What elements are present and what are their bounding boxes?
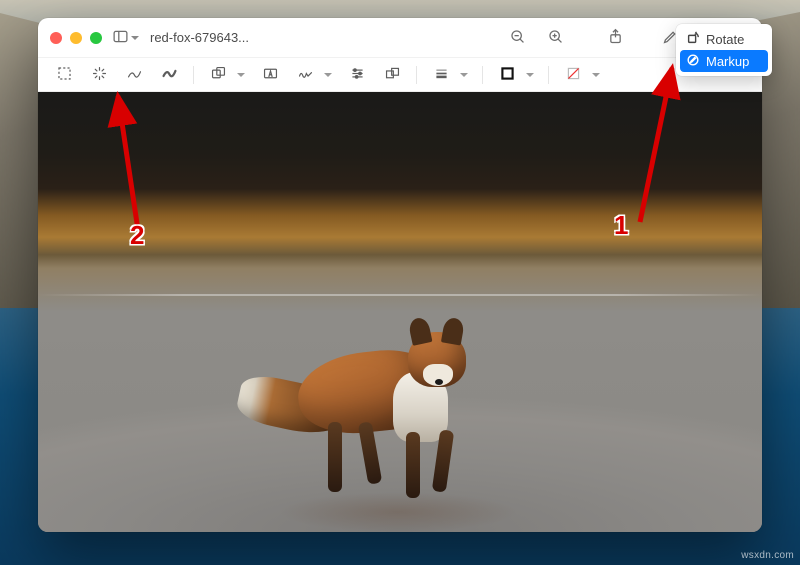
border-color-button[interactable] [491, 63, 523, 87]
share-button[interactable] [600, 25, 630, 51]
menu-item-markup[interactable]: Markup [680, 50, 768, 72]
sign-dropdown[interactable] [324, 67, 338, 82]
sidebar-toggle-button[interactable] [110, 25, 140, 51]
sidebar-icon [112, 28, 129, 48]
overflow-menu: Rotate Markup [676, 24, 772, 76]
line-style-button[interactable] [425, 63, 457, 87]
sketch-icon [126, 65, 143, 85]
border-color-dropdown[interactable] [526, 67, 540, 82]
draw-icon [161, 65, 178, 85]
instant-alpha-tool-button[interactable] [83, 63, 115, 87]
zoom-in-icon [547, 28, 564, 48]
window-controls [50, 32, 102, 44]
sign-tool-button[interactable] [289, 63, 321, 87]
rotate-icon [686, 31, 700, 48]
fox-subject [258, 282, 518, 502]
annotation-number-1: 1 [614, 210, 628, 241]
document-title: red-fox-679643... [150, 30, 249, 45]
shapes-dropdown[interactable] [237, 67, 251, 82]
menu-item-label: Markup [706, 54, 749, 69]
selection-icon [56, 65, 73, 85]
close-window-button[interactable] [50, 32, 62, 44]
zoom-in-button[interactable] [540, 25, 570, 51]
sign-icon [297, 65, 314, 85]
markup-icon [686, 53, 700, 70]
draw-tool-button[interactable] [153, 63, 185, 87]
zoom-window-button[interactable] [90, 32, 102, 44]
shapes-tool-button[interactable] [202, 63, 234, 87]
text-icon [262, 65, 279, 85]
adjust-size-tool-button[interactable] [376, 63, 408, 87]
fill-color-button[interactable] [557, 63, 589, 87]
adjust-size-icon [384, 65, 401, 85]
image-canvas[interactable] [38, 92, 762, 532]
menu-item-rotate[interactable]: Rotate [680, 28, 768, 50]
menu-item-label: Rotate [706, 32, 744, 47]
text-tool-button[interactable] [254, 63, 286, 87]
fill-color-icon [565, 65, 582, 85]
markup-toolbar [38, 58, 762, 92]
zoom-out-icon [509, 28, 526, 48]
instant-alpha-icon [91, 65, 108, 85]
share-icon [607, 28, 624, 48]
annotation-number-2: 2 [130, 220, 144, 251]
line-style-icon [433, 65, 450, 85]
titlebar: red-fox-679643... [38, 18, 762, 58]
adjust-color-icon [349, 65, 366, 85]
border-color-icon [499, 65, 516, 85]
preview-window: red-fox-679643... [38, 18, 762, 532]
photo-content [38, 92, 762, 532]
adjust-color-tool-button[interactable] [341, 63, 373, 87]
shapes-icon [210, 65, 227, 85]
zoom-out-button[interactable] [502, 25, 532, 51]
line-style-dropdown[interactable] [460, 67, 474, 82]
selection-tool-button[interactable] [48, 63, 80, 87]
fill-color-dropdown[interactable] [592, 67, 606, 82]
sketch-tool-button[interactable] [118, 63, 150, 87]
watermark: wsxdn.com [741, 550, 794, 561]
minimize-window-button[interactable] [70, 32, 82, 44]
